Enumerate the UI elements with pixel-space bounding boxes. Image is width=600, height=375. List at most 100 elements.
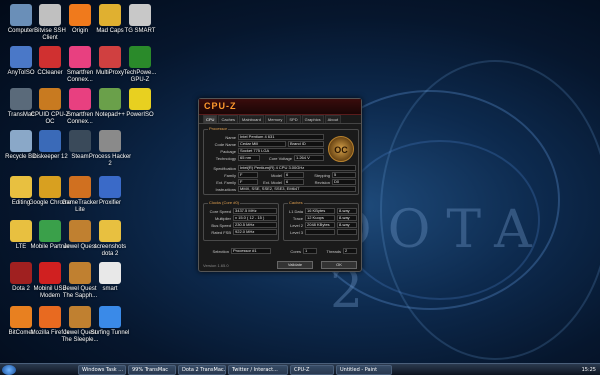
cache-ways — [337, 229, 357, 235]
desktop-icon[interactable]: TG SMART — [118, 4, 162, 35]
cores-label: Cores — [290, 249, 301, 254]
tab-spd[interactable]: SPD — [286, 115, 301, 123]
cpuz-title: CPU-Z — [204, 101, 237, 111]
package-label: Package — [220, 149, 236, 154]
ext-model-label: Ext. Model — [263, 180, 282, 185]
app-icon — [99, 176, 121, 198]
taskbar-item[interactable]: Untitled - Paint — [336, 365, 392, 375]
threads-label: Threads — [326, 249, 341, 254]
tab-mainboard[interactable]: Mainboard — [239, 115, 264, 123]
taskbar: Windows Task ... 99% TransMac Dota 2 Tra… — [0, 363, 600, 375]
model-value: 6 — [284, 172, 304, 178]
family-label: Family — [224, 173, 236, 178]
cache-label: Level 3 — [290, 230, 303, 235]
model-label: Model — [271, 173, 282, 178]
cache-label: Level 2 — [290, 223, 303, 228]
ok-button[interactable]: OK — [321, 261, 357, 269]
taskbar-clock[interactable]: 15:25 — [582, 365, 596, 375]
processor-group: Processor Name Intel Pentium 4 631 Code … — [203, 126, 359, 195]
cache-label: Trace — [292, 216, 303, 221]
app-icon — [129, 46, 151, 68]
stepping-label: Stepping — [314, 173, 330, 178]
clock-value: x 15.0 ( 12 - 15 ) — [233, 215, 277, 221]
selection-label: Selection — [212, 249, 229, 254]
tab-cpu[interactable]: CPU — [203, 115, 218, 123]
cache-ways: 8-way — [337, 215, 357, 221]
core-voltage-label: Core Voltage — [268, 156, 292, 161]
desktop-icon-label: TG SMART — [124, 28, 156, 34]
cores-value: 1 — [303, 248, 317, 254]
taskbar-item[interactable]: Windows Task ... — [78, 365, 126, 375]
app-icon — [99, 220, 121, 242]
desktop-icon[interactable]: PowerISO — [118, 88, 162, 119]
desktop-icon[interactable]: smart — [88, 262, 132, 293]
clock-label: Multiplier — [214, 216, 231, 221]
brand-id-value: Brand ID — [288, 141, 324, 147]
core-voltage-value: 1.264 V — [294, 155, 324, 161]
selection-dropdown[interactable]: Processor #1 — [231, 248, 271, 254]
code-name-value: Cedar Mill — [238, 141, 286, 147]
desktop-icon-label: Proxifier — [98, 200, 121, 206]
desktop-icon-label: Surfing Tunnel — [90, 330, 130, 336]
app-icon — [129, 88, 151, 110]
desktop-icon-label: Process Hacker 2 — [88, 154, 132, 167]
instructions-label: Instructions — [215, 187, 236, 192]
cache-size: 16 KBytes — [305, 208, 335, 214]
desktop-icon[interactable]: Proxifier — [88, 176, 132, 207]
desktop-icon-label: screenshots dota 2 — [93, 244, 127, 257]
tab-memory[interactable]: Memory — [264, 115, 286, 123]
code-name-label: Code Name — [214, 142, 236, 147]
revision-label: Revision — [314, 180, 330, 185]
clock-value: 3437.5 MHz — [233, 208, 277, 214]
specification-label: Specification — [213, 166, 236, 171]
cache-ways: 8-way — [337, 222, 357, 228]
cache-label: L1 Data — [288, 209, 303, 214]
oc-logo: OC — [328, 136, 354, 162]
tab-graphics[interactable]: Graphics — [301, 115, 324, 123]
tab-caches[interactable]: Caches — [218, 115, 239, 123]
desktop-icon-label: smart — [102, 286, 118, 292]
clock-label: Core Speed — [209, 209, 231, 214]
ext-family-value: F — [238, 179, 258, 185]
cache-size — [305, 229, 335, 235]
tab-about[interactable]: About — [324, 115, 342, 123]
name-value: Intel Pentium 4 631 — [238, 134, 324, 140]
package-value: Socket 775 LGA — [238, 148, 324, 154]
validate-button[interactable]: Validate — [277, 261, 313, 269]
technology-value: 65 nm — [238, 155, 260, 161]
technology-label: Technology — [215, 156, 236, 161]
clock-label: Rated FSB — [211, 230, 231, 235]
taskbar-item[interactable]: CPU-Z — [290, 365, 334, 375]
threads-value: 2 — [343, 248, 357, 254]
clocks-group-title: Clocks (Core #0) — [208, 200, 241, 205]
desktop-icon[interactable]: Process Hacker 2 — [88, 130, 132, 168]
taskbar-item[interactable]: Twitter / Interact... — [228, 365, 288, 375]
app-icon — [99, 130, 121, 152]
name-label: Name — [225, 135, 236, 140]
clocks-group: Clocks (Core #0) Core Speed 3437.5 MHz M… — [203, 200, 279, 241]
taskbar-item[interactable]: 99% TransMac — [128, 365, 176, 375]
cpuz-tabs: CPU Caches Mainboard Memory SPD Graphics… — [199, 115, 361, 124]
taskbar-item[interactable]: Dota 2 TransMac... — [178, 365, 226, 375]
app-icon — [99, 262, 121, 284]
desktop-icon[interactable]: Surfing Tunnel — [88, 306, 132, 337]
caches-group: Caches L1 Data 16 KBytes 8-way Trace 12 … — [283, 200, 359, 241]
desktop-icon[interactable]: TechPowe... GPU-Z — [118, 46, 162, 84]
cpuz-titlebar[interactable]: CPU-Z — [199, 99, 361, 115]
cache-ways: 8-way — [337, 208, 357, 214]
cpuz-window[interactable]: CPU-Z CPU Caches Mainboard Memory SPD Gr… — [198, 98, 362, 272]
ext-family-label: Ext. Family — [216, 180, 236, 185]
processor-group-title: Processor — [208, 126, 229, 131]
clock-value: 230.5 MHz — [233, 222, 277, 228]
clock-value: 922.0 MHz — [233, 229, 277, 235]
specification-value: Intel(R) Pentium(R) 4 CPU 3.00GHz — [238, 165, 356, 171]
family-value: F — [238, 172, 258, 178]
ext-model-value: 6 — [284, 179, 304, 185]
desktop-icon-label: TechPowe... GPU-Z — [123, 70, 157, 83]
start-button[interactable] — [2, 365, 16, 375]
desktop-icon[interactable]: screenshots dota 2 — [88, 220, 132, 258]
caches-group-title: Caches — [288, 200, 304, 205]
desktop-icon-label: PowerISO — [126, 112, 154, 118]
revision-value: D0 — [332, 179, 356, 185]
cache-size: 12 Kuops — [305, 215, 335, 221]
